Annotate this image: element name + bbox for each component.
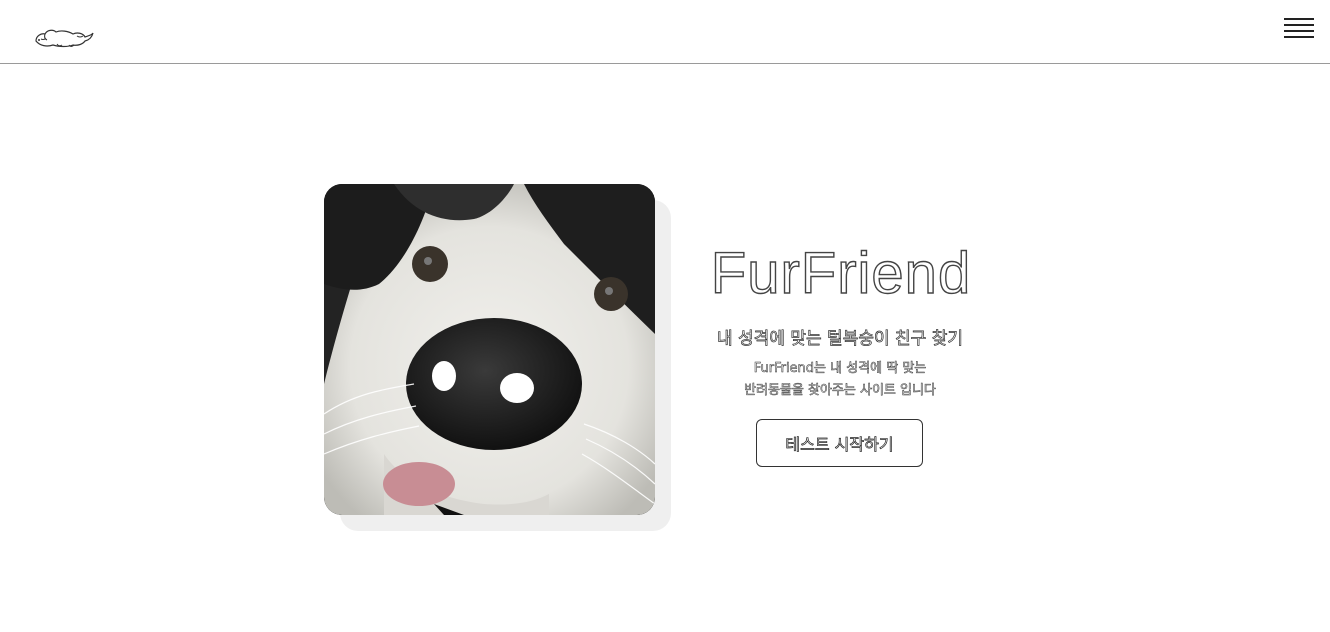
brand-title: FurFriend — [710, 240, 972, 306]
hero-dog-photo — [324, 184, 655, 515]
description-line-2: 반려동물을 찾아주는 사이트 입니다 — [744, 383, 936, 399]
hamburger-menu-icon — [1284, 18, 1314, 38]
hero-subtitle: 내 성격에 맞는 털복숭이 친구 찾기 — [717, 329, 964, 350]
site-header — [0, 0, 1330, 64]
start-test-button[interactable]: 테스트 시작하기 — [756, 419, 923, 467]
dog-nose-image — [324, 184, 655, 515]
hamburger-menu-button[interactable] — [1284, 18, 1314, 46]
logo[interactable] — [33, 24, 95, 52]
hero-description: FurFriend는 내 성격에 딱 맞는 반려동물을 찾아주는 사이트 입니다 — [680, 358, 1000, 402]
description-line-1: FurFriend는 내 성격에 딱 맞는 — [753, 361, 927, 377]
sleeping-dog-logo-icon — [35, 29, 94, 48]
